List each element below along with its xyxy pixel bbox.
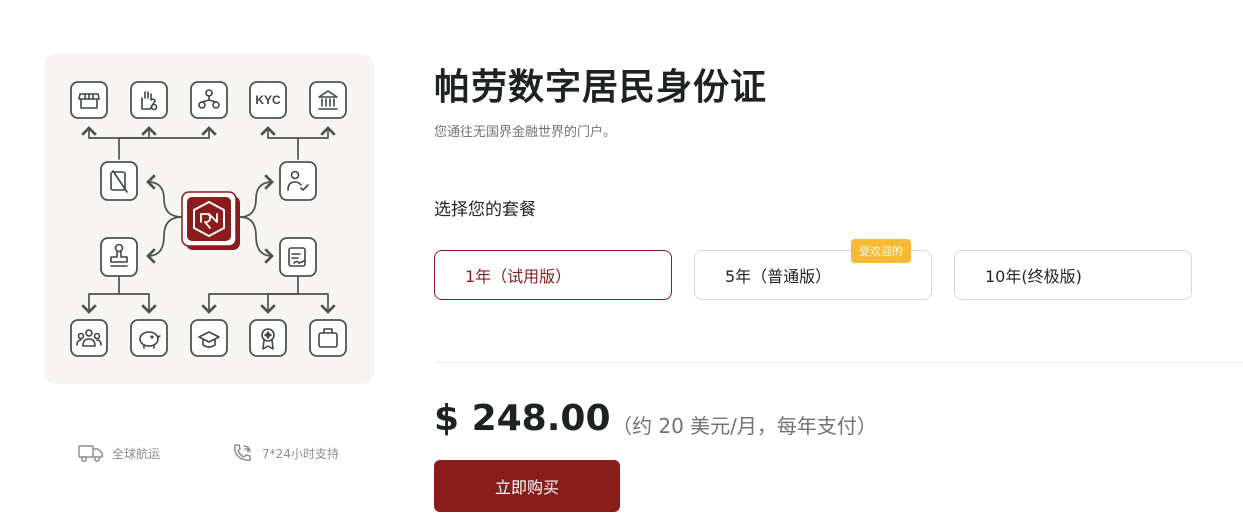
rns-logo: [181, 191, 240, 250]
truck-icon: [78, 443, 104, 463]
plan-heading: 选择您的套餐: [434, 200, 536, 220]
plan-label: 5年（普通版）: [725, 267, 832, 286]
plan-label: 1年（试用版）: [465, 267, 572, 286]
feature-list: 全球航运 7*24小时支持: [78, 443, 378, 465]
feature-support: 7*24小时支持: [232, 443, 339, 463]
product-illustration: KYC: [44, 54, 374, 384]
popular-badge: 受欢迎的: [851, 239, 911, 263]
plan-option-1-year[interactable]: 1年（试用版）: [434, 250, 672, 300]
feature-label: 全球航运: [112, 446, 161, 461]
price-note: （约 20 美元/月，每年支付）: [612, 414, 877, 438]
page-title: 帕劳数字居民身份证: [434, 67, 768, 108]
price: $ 248.00: [434, 398, 611, 439]
feature-map-diagram: KYC: [70, 81, 347, 357]
divider: [434, 362, 1243, 363]
plan-label: 10年(终极版): [985, 267, 1082, 286]
buy-now-button[interactable]: 立即购买: [434, 460, 620, 512]
kyc-icon: KYC: [255, 93, 281, 107]
feature-shipping: 全球航运: [78, 443, 160, 463]
page-subtitle: 您通往无国界金融世界的门户。: [434, 125, 617, 140]
plan-option-10-year[interactable]: 10年(终极版): [954, 250, 1192, 300]
phone-icon: [232, 443, 254, 463]
feature-label: 7*24小时支持: [262, 446, 339, 461]
